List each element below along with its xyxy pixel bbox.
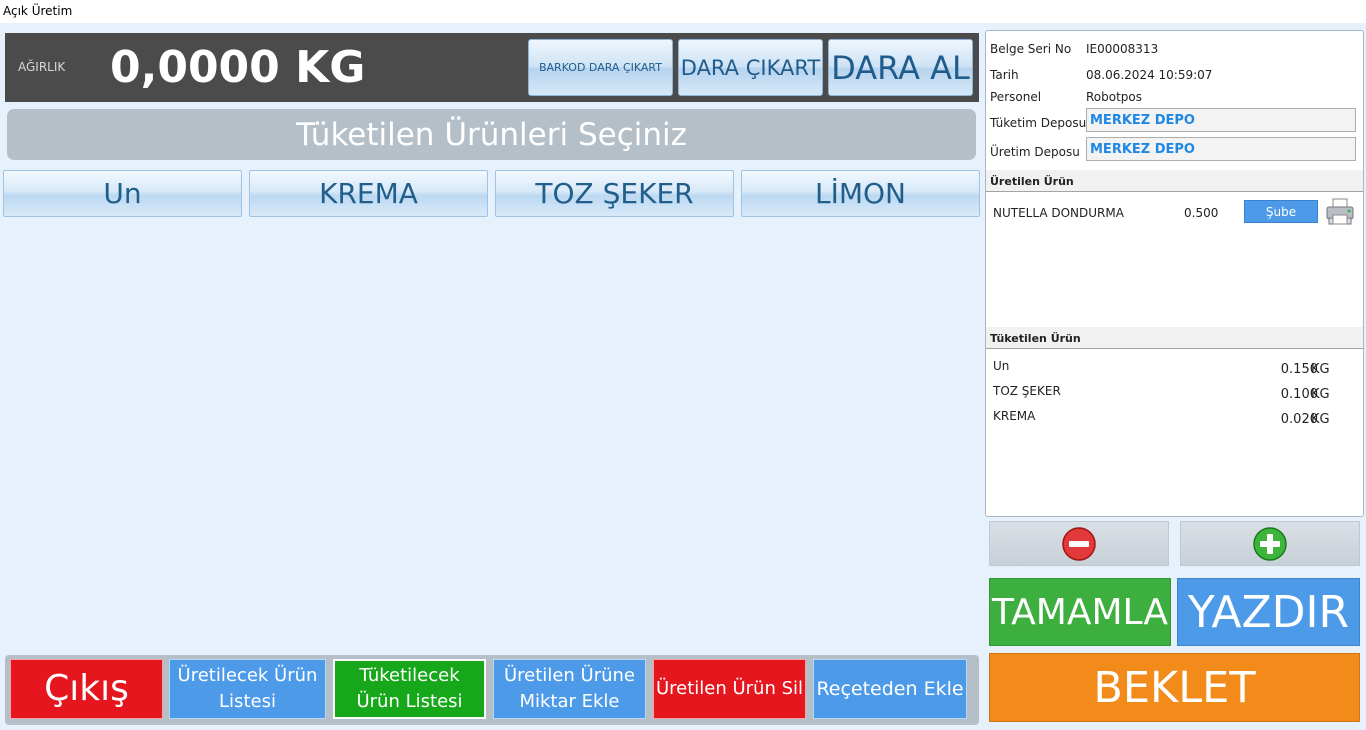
print-button[interactable]: YAZDIR [1177,578,1360,646]
produce-depot-field[interactable]: MERKEZ DEPO [1086,137,1356,161]
produce-list-button[interactable]: Üretilecek Ürün Listesi [169,659,326,719]
date-value: 08.06.2024 10:59:07 [1086,68,1213,82]
add-from-recipe-button[interactable]: Reçeteden Ekle [813,659,967,719]
weight-label: AĞIRLIK [18,60,66,74]
produced-item-qty: 0.500 [1184,206,1219,220]
printer-icon[interactable] [1325,198,1355,226]
product-button-toz-seker[interactable]: TOZ ŞEKER [495,170,734,217]
consumed-item-qty: 0.020 [1280,412,1318,427]
delete-produced-button[interactable]: Üretilen Ürün Sil [653,659,806,719]
window-title: Açık Üretim [0,0,1366,23]
consumed-item-name: TOZ ŞEKER [993,384,1061,398]
consumed-item-unit: KG [1311,387,1330,402]
product-button-un[interactable]: Un [3,170,242,217]
complete-button[interactable]: TAMAMLA [989,578,1171,646]
consumed-item-name: KREMA [993,409,1036,423]
consume-depot-label: Tüketim Deposu [990,116,1087,130]
tare-take-button[interactable]: DARA AL [828,39,973,96]
weight-bar: AĞIRLIK 0,0000 KG BARKOD DARA ÇIKART DAR… [5,33,979,102]
consumed-item-name: Un [993,359,1010,373]
doc-no-value: IE00008313 [1086,42,1159,56]
doc-no-label: Belge Seri No [990,42,1072,56]
plus-icon [1253,526,1287,561]
consumed-item-qty: 0.100 [1280,387,1318,402]
barcode-tare-remove-button[interactable]: BARKOD DARA ÇIKART [528,39,673,96]
document-panel: Belge Seri No IE00008313 Tarih 08.06.202… [985,30,1364,517]
product-button-krema[interactable]: KREMA [249,170,488,217]
product-button-limon[interactable]: LİMON [741,170,980,217]
consumed-item-unit: KG [1311,412,1330,427]
hold-button[interactable]: BEKLET [989,653,1360,722]
weight-value: 0,0000 KG [110,42,366,93]
exit-button[interactable]: Çıkış [10,659,163,719]
consume-depot-field[interactable]: MERKEZ DEPO [1086,108,1356,132]
staff-value: Robotpos [1086,90,1143,104]
increase-button[interactable] [1180,521,1360,566]
produce-depot-label: Üretim Deposu [990,145,1080,159]
minus-icon [1062,526,1096,561]
main-content: AĞIRLIK 0,0000 KG BARKOD DARA ÇIKART DAR… [0,23,1366,730]
section-title: Tüketilen Ürünleri Seçiniz [7,109,976,160]
add-quantity-button[interactable]: Üretilen Ürüne Miktar Ekle [493,659,646,719]
branch-button[interactable]: Şube [1244,200,1318,223]
bottom-toolbar: Çıkış Üretilecek Ürün Listesi Tüketilece… [5,655,979,725]
produced-item-name: NUTELLA DONDURMA [993,206,1124,220]
consume-list-button[interactable]: Tüketilecek Ürün Listesi [333,659,486,719]
produced-header: Üretilen Ürün [986,170,1363,192]
consumed-header: Tüketilen Ürün [986,327,1363,349]
consumed-item-qty: 0.150 [1280,362,1318,377]
decrease-button[interactable] [989,521,1169,566]
consumed-item-unit: KG [1311,362,1330,377]
date-label: Tarih [990,68,1019,82]
staff-label: Personel [990,90,1042,104]
tare-remove-button[interactable]: DARA ÇIKART [678,39,823,96]
